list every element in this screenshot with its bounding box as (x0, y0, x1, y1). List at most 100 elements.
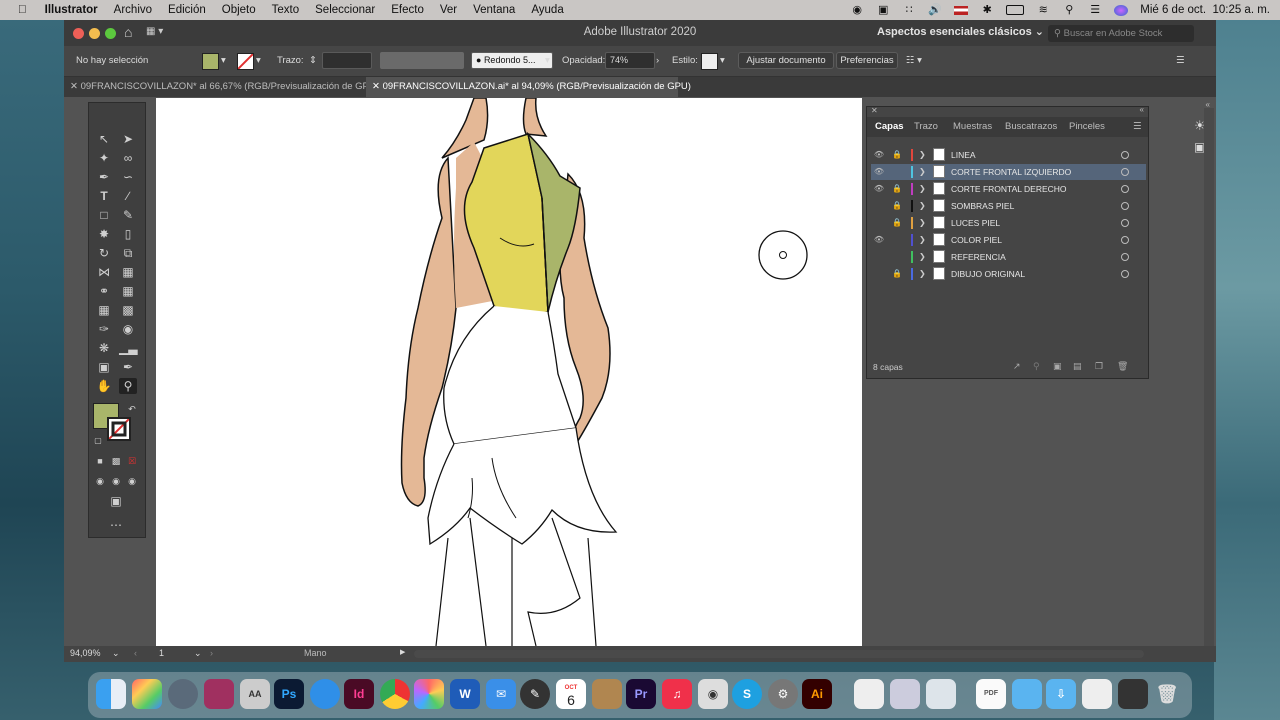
horizontal-scrollbar[interactable] (414, 650, 1144, 658)
expand-arrow-icon[interactable]: ❯ (919, 215, 926, 231)
visibility-eye-icon[interactable]: 👁 (873, 147, 885, 163)
stroke-weight-stepper[interactable]: ⇕ (309, 55, 317, 66)
vertical-scrollbar[interactable] (1204, 108, 1214, 646)
workspace-switcher[interactable]: Aspectos esenciales clásicos ⌄ (877, 25, 1044, 38)
tab-trazo[interactable]: Trazo (914, 117, 938, 137)
magic-wand-tool-icon[interactable]: ✦ (95, 150, 113, 166)
menu-datetime[interactable]: Mié 6 de oct. 10:25 a. m. (1140, 4, 1270, 16)
style-dropdown-icon[interactable]: ▾ (720, 55, 725, 66)
layer-row[interactable]: 👁 🔒 ❯ CORTE FRONTAL DERECHO (871, 181, 1146, 197)
type-tool-icon[interactable]: T (95, 188, 113, 204)
eyedropper-tool-icon[interactable]: ✑ (95, 321, 113, 337)
graphic-style-swatch[interactable] (701, 53, 718, 70)
screenshot-icon[interactable]: ◉ (698, 679, 728, 709)
battery-icon[interactable] (1006, 5, 1025, 15)
launchpad-icon[interactable] (132, 679, 162, 709)
image-capture-icon[interactable] (890, 679, 920, 709)
curvature-tool-icon[interactable]: ∽ (119, 169, 137, 185)
siri-icon[interactable] (1114, 4, 1129, 16)
zoom-tool-icon[interactable]: ⚲ (119, 378, 137, 394)
menu-archivo[interactable]: Archivo (114, 4, 152, 16)
expand-arrow-icon[interactable]: ❯ (919, 198, 926, 214)
adobe-stock-search-input[interactable]: ⚲ Buscar en Adobe Stock (1048, 25, 1194, 42)
expand-arrow-icon[interactable]: ❯ (919, 232, 926, 248)
layer-target-icon[interactable] (1121, 202, 1129, 210)
tab-document-2[interactable]: ✕ 09FRANCISCOVILLAZON.ai* al 94,09% (RGB… (366, 77, 691, 97)
paintbrush-tool-icon[interactable]: ✎ (119, 207, 137, 223)
spotlight-icon[interactable]: ⚲ (1062, 4, 1076, 16)
lasso-tool-icon[interactable]: ∞ (119, 150, 137, 166)
menu-edicion[interactable]: Edición (168, 4, 206, 16)
contacts-icon[interactable] (592, 679, 622, 709)
chrome-icon[interactable] (380, 679, 410, 709)
pdf-document-icon[interactable]: PDF (976, 679, 1006, 709)
export-icon[interactable]: ↗ (1013, 361, 1021, 372)
screen-thumbnail-icon[interactable] (1118, 679, 1148, 709)
layer-row[interactable]: 🔒 ❯ LUCES PIEL (871, 215, 1146, 231)
menu-ventana[interactable]: Ventana (473, 4, 515, 16)
indesign-icon[interactable]: Id (344, 679, 374, 709)
pen-tool-icon[interactable]: ✒ (95, 169, 113, 185)
collapse-panel-icon[interactable]: « (1140, 105, 1144, 114)
font-book-icon[interactable]: AA (240, 679, 270, 709)
layer-target-icon[interactable] (1121, 168, 1129, 176)
lock-icon[interactable]: 🔒 (891, 181, 903, 197)
variable-width-profile[interactable] (380, 52, 464, 69)
mesh-tool-icon[interactable]: ▦ (95, 302, 113, 318)
stroke-color-box[interactable] (107, 417, 131, 441)
safari-icon[interactable] (310, 679, 340, 709)
expand-arrow-icon[interactable]: ❯ (919, 181, 926, 197)
close-tab-icon[interactable]: ✕ (372, 81, 383, 92)
screen-mirror-icon[interactable]: ▣ (876, 4, 890, 16)
eraser-tool-icon[interactable]: ▯ (119, 226, 137, 242)
draw-inside-icon[interactable]: ◉ (123, 473, 141, 489)
layer-row[interactable]: 🔒 ❯ SOMBRAS PIEL (871, 198, 1146, 214)
apple-icon[interactable]:  (18, 4, 27, 16)
finder-icon[interactable] (96, 679, 126, 709)
expand-arrow-icon[interactable]: ❯ (919, 147, 926, 163)
word-icon[interactable]: W (450, 679, 480, 709)
control-center-icon[interactable]: ☰ (1088, 4, 1102, 16)
expand-arrow-icon[interactable]: ❯ (919, 164, 926, 180)
edit-toolbar-icon[interactable]: ⋯ (107, 517, 125, 533)
opacity-arrow-icon[interactable]: › (656, 55, 659, 66)
zoom-level[interactable]: 94,09% (70, 648, 101, 658)
winrar-icon[interactable] (204, 679, 234, 709)
downloads-folder-icon[interactable]: ⇩ (1046, 679, 1076, 709)
menu-objeto[interactable]: Objeto (222, 4, 256, 16)
recent-document-icon[interactable] (1082, 679, 1112, 709)
gradient-tool-icon[interactable]: ▩ (119, 302, 137, 318)
brush-dropdown-icon[interactable]: ▾ (545, 55, 550, 66)
shape-builder-tool-icon[interactable]: ⚭ (95, 283, 113, 299)
menu-efecto[interactable]: Efecto (391, 4, 424, 16)
vectornator-icon[interactable]: ✎ (520, 679, 550, 709)
brush-definition-dropdown[interactable]: ● Redondo 5... (471, 52, 553, 69)
premiere-icon[interactable]: Pr (626, 679, 656, 709)
trash-icon[interactable]: 🗑 (1152, 679, 1182, 709)
layer-row[interactable]: 👁 ❯ COLOR PIEL (871, 232, 1146, 248)
blank-app-icon[interactable] (926, 679, 956, 709)
direct-selection-tool-icon[interactable]: ➤ (119, 131, 137, 147)
tab-buscatrazos[interactable]: Buscatrazos (1005, 117, 1057, 137)
us-flag-icon[interactable] (954, 5, 969, 15)
stroke-swatch[interactable] (237, 53, 254, 70)
layer-target-icon[interactable] (1121, 185, 1129, 193)
hand-tool-icon[interactable]: ✋ (95, 378, 113, 394)
menu-app-name[interactable]: Illustrator (45, 4, 98, 16)
locate-object-icon[interactable]: ⚲ (1033, 361, 1040, 372)
none-mode-icon[interactable]: ☒ (123, 453, 141, 469)
menu-texto[interactable]: Texto (272, 4, 300, 16)
opacity-input[interactable]: 74% (605, 52, 655, 69)
stroke-dropdown-icon[interactable]: ▾ (256, 55, 261, 66)
expand-arrow-icon[interactable]: ❯ (919, 266, 926, 282)
calendar-icon[interactable]: OCT 6 (556, 679, 586, 709)
expand-arrow-icon[interactable]: ❯ (919, 249, 926, 265)
menu-ayuda[interactable]: Ayuda (531, 4, 563, 16)
fill-swatch[interactable] (202, 53, 219, 70)
tab-muestras[interactable]: Muestras (953, 117, 992, 137)
close-tab-icon[interactable]: ✕ (70, 81, 81, 92)
wifi-icon[interactable]: ≋ (1036, 4, 1050, 16)
stroke-weight-input[interactable] (322, 52, 372, 69)
visibility-eye-icon[interactable]: 👁 (873, 232, 885, 248)
layer-target-icon[interactable] (1121, 253, 1129, 261)
